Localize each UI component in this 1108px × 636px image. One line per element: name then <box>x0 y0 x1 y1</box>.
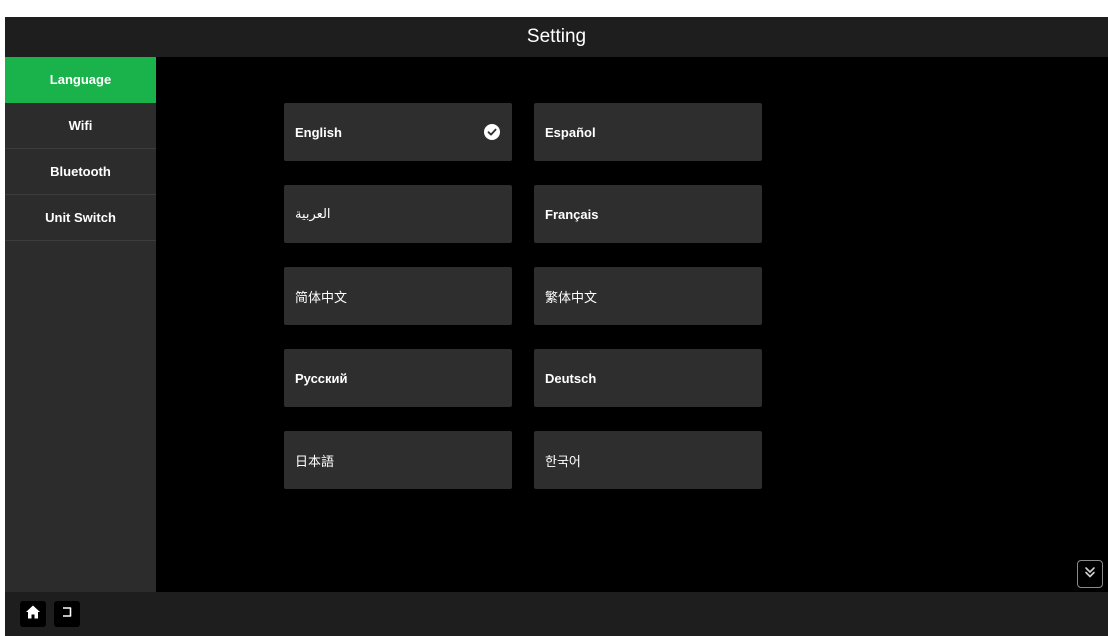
sidebar-item-label: Wifi <box>68 118 93 133</box>
language-option-simplified-chinese[interactable]: 简体中文 <box>284 267 512 325</box>
language-option-russian[interactable]: Русский <box>284 349 512 407</box>
language-option-korean[interactable]: 한국어 <box>534 431 762 489</box>
sidebar-item-unit-switch[interactable]: Unit Switch <box>5 195 156 241</box>
page-title: Setting <box>526 26 587 47</box>
back-button[interactable] <box>54 601 80 627</box>
sidebar-item-label: Unit Switch <box>45 210 116 225</box>
language-label: Français <box>545 206 599 222</box>
double-chevron-down-icon <box>1083 565 1097 584</box>
title-bar: Setting <box>5 17 1108 57</box>
sidebar: Language Wifi Bluetooth Unit Switch <box>5 57 156 592</box>
home-icon <box>25 604 41 625</box>
language-option-english[interactable]: English <box>284 103 512 161</box>
language-label: 简体中文 <box>295 289 348 305</box>
back-icon <box>59 604 75 625</box>
bottom-nav-bar <box>5 592 1108 636</box>
language-label: Русский <box>295 370 348 386</box>
language-option-arabic[interactable]: العربية <box>284 185 512 243</box>
settings-screen: Setting Language Wifi Bluetooth Unit Swi… <box>5 17 1108 636</box>
language-option-francais[interactable]: Français <box>534 185 762 243</box>
language-option-japanese[interactable]: 日本語 <box>284 431 512 489</box>
language-label: 繁体中文 <box>545 289 598 305</box>
language-option-traditional-chinese[interactable]: 繁体中文 <box>534 267 762 325</box>
language-panel: English Español العربية Français 简体中文 繁体… <box>156 57 1108 592</box>
language-label: Español <box>545 124 596 140</box>
expand-button[interactable] <box>1077 560 1103 588</box>
sidebar-item-label: Bluetooth <box>50 164 111 179</box>
check-circle-icon <box>484 124 500 140</box>
sidebar-item-language[interactable]: Language <box>5 57 156 103</box>
language-label: العربية <box>295 206 331 221</box>
language-label: 日本語 <box>295 453 335 469</box>
home-button[interactable] <box>20 601 46 627</box>
language-option-deutsch[interactable]: Deutsch <box>534 349 762 407</box>
language-option-espanol[interactable]: Español <box>534 103 762 161</box>
language-label: English <box>295 124 342 140</box>
sidebar-item-label: Language <box>49 72 112 87</box>
language-label: Deutsch <box>545 370 597 386</box>
sidebar-item-bluetooth[interactable]: Bluetooth <box>5 149 156 195</box>
language-label: 한국어 <box>545 453 581 469</box>
sidebar-item-wifi[interactable]: Wifi <box>5 103 156 149</box>
